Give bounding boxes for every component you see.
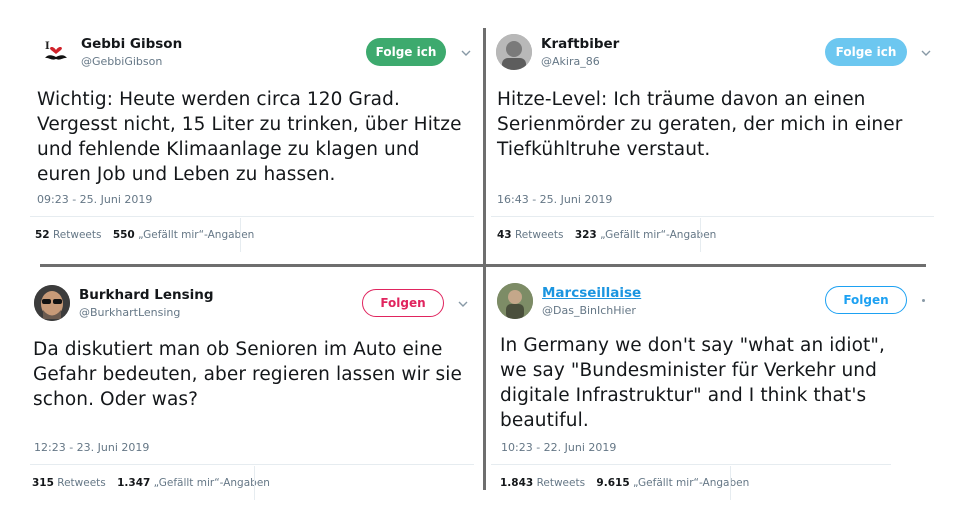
following-button[interactable]: Folge ich	[825, 38, 907, 66]
user-handle[interactable]: @Akira_86	[541, 55, 600, 68]
tweet-stats: 1.843 Retweets 9.615 „Gefällt mir“-Angab…	[500, 477, 749, 489]
tweet-text-line: Tiefkühltruhe verstaut.	[497, 139, 711, 160]
like-label[interactable]: „Gefällt mir“-Angaben	[138, 229, 254, 241]
avatar[interactable]	[497, 283, 533, 319]
like-label[interactable]: „Gefällt mir“-Angaben	[633, 477, 749, 489]
more-dot-icon[interactable]	[922, 299, 925, 302]
tweet-text: Wichtig: Heute werden circa 120 Grad. Ve…	[37, 87, 462, 187]
tweet-stats: 43 Retweets 323 „Gefällt mir“-Angaben	[497, 229, 716, 241]
like-count[interactable]: 9.615	[596, 477, 629, 489]
tweet-text-line: Serienmörder zu geraten, der mich in ein…	[497, 114, 903, 135]
tweet-text-line: digitale Infrastruktur" and I think that…	[500, 385, 867, 406]
user-handle[interactable]: @BurkhartLensing	[79, 306, 180, 319]
tweet-text-line: und fehlende Klimaanlage zu klagen und	[37, 139, 420, 160]
follow-button[interactable]: Folgen	[825, 286, 907, 314]
profile-photo-icon	[496, 34, 532, 70]
tweet-text-line: Da diskutiert man ob Senioren im Auto ei…	[33, 339, 443, 360]
like-label[interactable]: „Gefällt mir“-Angaben	[154, 477, 270, 489]
stats-divider	[240, 218, 241, 252]
display-name[interactable]: Kraftbiber	[541, 36, 619, 52]
retweet-count[interactable]: 315	[32, 477, 54, 489]
tweet-text-line: beautiful.	[500, 410, 589, 431]
retweet-label[interactable]: Retweets	[515, 229, 564, 241]
retweet-label[interactable]: Retweets	[537, 477, 586, 489]
retweet-count[interactable]: 43	[497, 229, 512, 241]
tweet-text-line: Hitze-Level: Ich träume davon an einen	[497, 89, 866, 110]
timestamp[interactable]: 09:23 - 25. Juni 2019	[37, 193, 152, 206]
profile-photo-icon	[34, 285, 70, 321]
chevron-down-icon[interactable]	[460, 48, 472, 58]
retweet-count[interactable]: 52	[35, 229, 50, 241]
tweet-text-line: euren Job und Leben zu hassen.	[37, 164, 336, 185]
tweet-text-line: Vergesst nicht, 15 Liter zu trinken, übe…	[37, 114, 462, 135]
timestamp[interactable]: 10:23 - 22. Juni 2019	[501, 441, 616, 454]
horizontal-divider	[40, 264, 926, 267]
svg-text:I: I	[45, 41, 50, 52]
display-name[interactable]: Burkhard Lensing	[79, 287, 214, 303]
tweet-text-line: Wichtig: Heute werden circa 120 Grad.	[37, 89, 400, 110]
tweet-text: In Germany we don't say "what an idiot",…	[500, 333, 885, 433]
tweet-stats: 52 Retweets 550 „Gefällt mir“-Angaben	[35, 229, 254, 241]
tweet-text-line: Gefahr bedeuten, aber regieren lassen wi…	[33, 364, 463, 385]
mustache-heart-icon: I	[45, 41, 67, 60]
timestamp[interactable]: 16:43 - 25. Juni 2019	[497, 193, 612, 206]
user-handle[interactable]: @GebbiGibson	[81, 55, 162, 68]
tweet-text-line: we say "Bundesminister für Verkehr und	[500, 360, 877, 381]
chevron-down-icon[interactable]	[920, 48, 932, 58]
stats-divider	[254, 466, 255, 500]
tweet-text-line: schon. Oder was?	[33, 389, 199, 410]
like-count[interactable]: 1.347	[117, 477, 150, 489]
display-name[interactable]: Marcseillaise	[542, 285, 641, 301]
tweet-stats: 315 Retweets 1.347 „Gefällt mir“-Angaben	[32, 477, 270, 489]
separator	[30, 464, 474, 465]
profile-photo-icon	[497, 283, 533, 319]
retweet-label[interactable]: Retweets	[53, 229, 102, 241]
tweet-text: Da diskutiert man ob Senioren im Auto ei…	[33, 337, 462, 412]
separator	[491, 464, 891, 465]
retweet-count[interactable]: 1.843	[500, 477, 533, 489]
tweet-text: Hitze-Level: Ich träume davon an einen S…	[497, 87, 902, 162]
tweet-text-line: In Germany we don't say "what an idiot",	[500, 335, 885, 356]
avatar[interactable]	[34, 285, 70, 321]
stats-divider	[730, 466, 731, 500]
like-count[interactable]: 550	[113, 229, 135, 241]
retweet-label[interactable]: Retweets	[57, 477, 106, 489]
like-count[interactable]: 323	[575, 229, 597, 241]
timestamp[interactable]: 12:23 - 23. Juni 2019	[34, 441, 149, 454]
avatar[interactable]: I	[38, 34, 74, 70]
like-label[interactable]: „Gefällt mir“-Angaben	[600, 229, 716, 241]
user-handle[interactable]: @Das_BinIchHier	[542, 304, 636, 317]
vertical-divider	[483, 28, 486, 490]
separator	[491, 216, 934, 217]
stats-divider	[700, 218, 701, 252]
separator	[30, 216, 474, 217]
follow-button[interactable]: Folgen	[362, 289, 444, 317]
following-button[interactable]: Folge ich	[366, 38, 446, 66]
chevron-down-icon[interactable]	[457, 299, 469, 309]
display-name[interactable]: Gebbi Gibson	[81, 36, 182, 52]
avatar[interactable]	[496, 34, 532, 70]
